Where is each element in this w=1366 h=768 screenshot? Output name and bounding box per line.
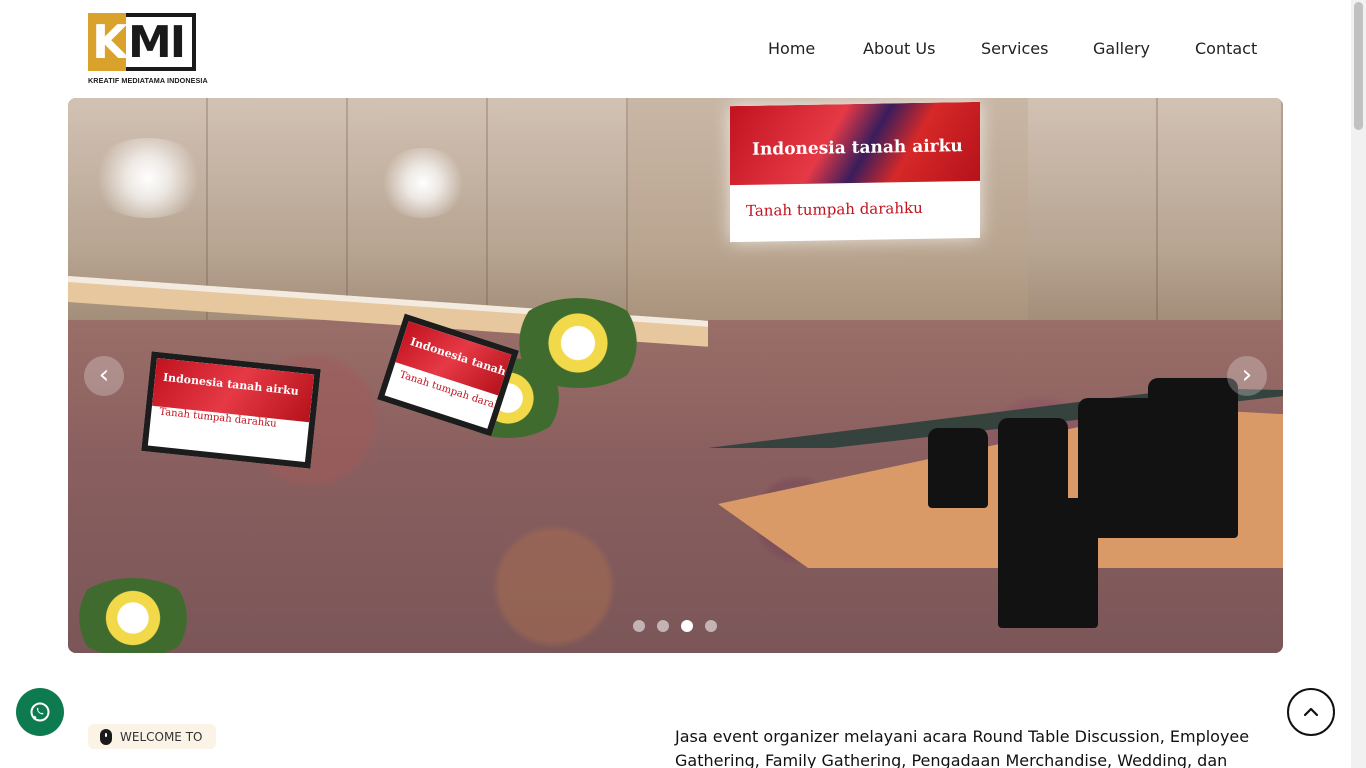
carousel-prev-button[interactable]: ‹ — [84, 356, 124, 396]
screen-line-2: Tanah tumpah darahku — [746, 198, 923, 220]
nav-about-us[interactable]: About Us — [863, 38, 935, 60]
carousel-dot-1[interactable] — [633, 620, 645, 632]
page-scrollbar[interactable] — [1351, 0, 1366, 768]
nav-gallery[interactable]: Gallery — [1093, 38, 1150, 60]
office-chair — [998, 498, 1098, 628]
chevron-left-icon: ‹ — [98, 360, 110, 390]
wall-panel — [1158, 98, 1283, 354]
site-header: K MI KREATIF MEDIATAMA INDONESIA Home Ab… — [0, 0, 1351, 98]
welcome-badge: WELCOME TO — [88, 724, 217, 749]
scrollbar-thumb[interactable] — [1354, 2, 1363, 130]
back-to-top-button[interactable] — [1287, 688, 1335, 736]
chevron-right-icon: › — [1241, 360, 1253, 390]
screen-line-1: Indonesia tanah airku — [752, 136, 963, 160]
wall-panel — [68, 98, 208, 354]
welcome-label: WELCOME TO — [120, 729, 203, 744]
carousel-dot-2[interactable] — [657, 620, 669, 632]
intro-text: Jasa event organizer melayani acara Roun… — [675, 727, 1250, 768]
office-chair — [928, 428, 988, 508]
wall-panel — [1028, 98, 1158, 354]
flower-arrangement — [508, 298, 648, 388]
chevron-up-icon — [1303, 707, 1319, 717]
mouse-icon — [100, 728, 112, 745]
whatsapp-button[interactable] — [16, 688, 64, 736]
nav-contact[interactable]: Contact — [1195, 38, 1257, 60]
ceiling-light — [88, 138, 208, 218]
nav-services[interactable]: Services — [981, 38, 1048, 60]
flower-arrangement — [68, 578, 198, 653]
carousel-next-button[interactable]: › — [1227, 356, 1267, 396]
carousel-dot-4[interactable] — [705, 620, 717, 632]
nav-home[interactable]: Home — [768, 38, 815, 60]
whatsapp-icon — [30, 702, 50, 722]
carousel-indicators — [633, 620, 717, 632]
podium-monitor: Indonesia tanah airku Tanah tumpah darah… — [141, 351, 321, 469]
office-chair — [1148, 378, 1238, 538]
hero-carousel[interactable]: Indonesia tanah airku Tanah tumpah darah… — [68, 98, 1283, 653]
carousel-dot-3[interactable] — [681, 620, 693, 632]
carousel-slide-image: Indonesia tanah airku Tanah tumpah darah… — [68, 98, 1283, 653]
main-nav: Home About Us Services Gallery Contact — [0, 38, 1351, 60]
logo-tagline: KREATIF MEDIATAMA INDONESIA — [88, 76, 208, 85]
ceiling-light — [378, 148, 468, 218]
led-screen: Indonesia tanah airku Tanah tumpah darah… — [730, 101, 980, 243]
